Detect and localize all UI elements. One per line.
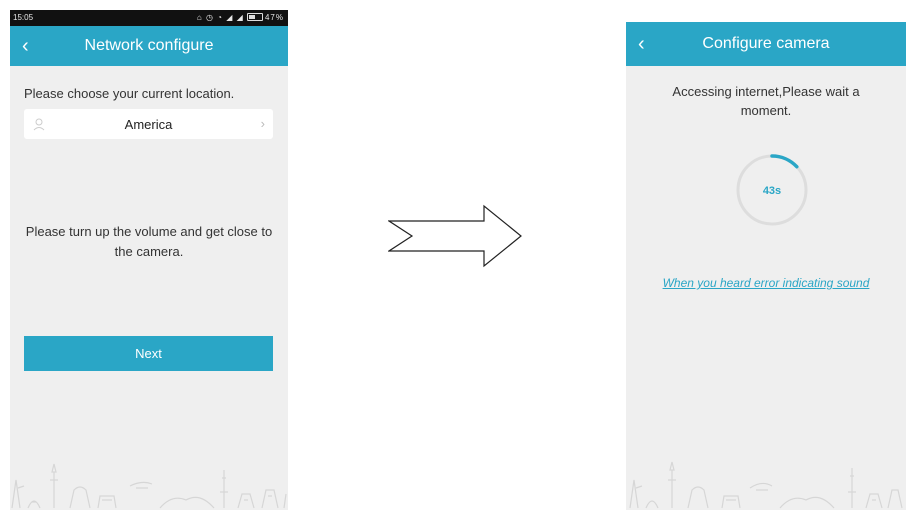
page-title: Configure camera: [702, 35, 830, 52]
battery-level: 47%: [264, 13, 284, 22]
status-time: 15:05: [13, 13, 34, 22]
location-value: America: [124, 117, 173, 132]
city-skyline-decoration: [11, 463, 287, 509]
network-configure-screen: 15:05 ⌂ ◷ ◔ ◢ ◢ 47% ‹ Network configure …: [10, 10, 288, 510]
status-bar: 15:05 ⌂ ◷ ◔ ◢ ◢ 47%: [10, 10, 288, 26]
error-sound-link[interactable]: When you heard error indicating sound: [626, 276, 906, 290]
chevron-right-icon: ›: [260, 116, 265, 131]
progress-arc: [770, 154, 799, 169]
battery-icon: [246, 13, 263, 21]
right-arrow-icon: [388, 204, 522, 268]
configure-camera-screen: ‹ Configure camera Accessing internet,Pl…: [626, 22, 906, 510]
city-skyline-decoration: [629, 461, 903, 509]
page-title: Network configure: [84, 37, 214, 54]
header-bar: ‹ Configure camera: [626, 22, 906, 66]
wait-message: Accessing internet,Please wait a moment.: [672, 84, 860, 118]
location-prompt: Please choose your current location.: [24, 86, 235, 101]
next-button[interactable]: Next: [24, 336, 273, 371]
location-selector[interactable]: America ›: [24, 109, 273, 139]
countdown-label: 43s: [762, 185, 782, 197]
volume-instruction: Please turn up the volume and get close …: [25, 224, 273, 259]
status-icons: ⌂ ◷ ◔ ◢ ◢ 47%: [197, 13, 284, 22]
header-bar: ‹ Network configure: [10, 26, 288, 66]
status-indicator-icons: ⌂ ◷ ◔ ◢ ◢: [196, 13, 244, 22]
